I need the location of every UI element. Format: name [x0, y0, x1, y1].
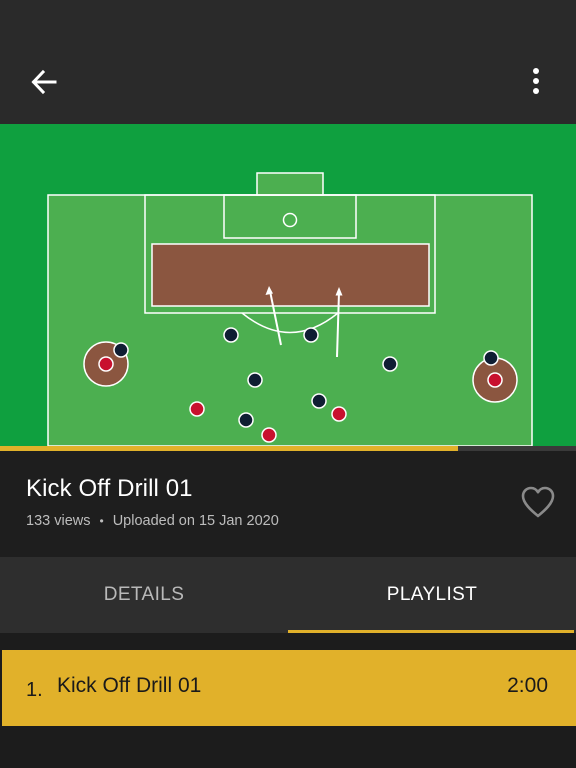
view-count: 133 views: [26, 513, 91, 529]
drill-diagram[interactable]: [0, 124, 576, 446]
player-navy: [223, 327, 239, 343]
playlist-item-duration: 2:00: [507, 674, 548, 697]
tab-playlist[interactable]: PLAYLIST: [288, 557, 576, 633]
more-options-button[interactable]: [520, 62, 552, 100]
video-info: Kick Off Drill 01 133 views • Uploaded o…: [0, 451, 576, 557]
tab-details[interactable]: DETAILS: [0, 557, 288, 633]
pitch-svg: [0, 124, 576, 446]
app-bar: [0, 0, 576, 124]
player-red: [261, 427, 277, 443]
arrow-left-icon: [31, 69, 57, 95]
meta-separator: •: [99, 514, 104, 528]
pitch-area: [47, 194, 533, 446]
player-red: [331, 406, 347, 422]
playlist: 1. Kick Off Drill 01 2:00: [0, 633, 576, 768]
more-vert-icon: [533, 68, 539, 94]
video-title: Kick Off Drill 01: [26, 475, 193, 502]
player-navy: [483, 350, 499, 366]
playlist-item-title: Kick Off Drill 01: [57, 674, 202, 697]
video-meta: 133 views • Uploaded on 15 Jan 2020: [26, 513, 279, 529]
favorite-button[interactable]: [520, 485, 556, 519]
goal: [256, 172, 324, 196]
player-navy: [303, 327, 319, 343]
player-red: [487, 372, 503, 388]
tab-bar: DETAILS PLAYLIST: [0, 557, 576, 633]
player-navy: [247, 372, 263, 388]
player-navy: [238, 412, 254, 428]
drill-zone: [151, 243, 430, 307]
player-red: [189, 401, 205, 417]
player-navy: [113, 342, 129, 358]
player-navy: [311, 393, 327, 409]
playlist-item-index: 1.: [26, 679, 43, 701]
player-navy: [382, 356, 398, 372]
heart-outline-icon: [521, 486, 555, 518]
playlist-item[interactable]: 1. Kick Off Drill 01 2:00: [2, 650, 576, 726]
player-red: [98, 356, 114, 372]
back-button[interactable]: [26, 64, 62, 100]
upload-date: Uploaded on 15 Jan 2020: [112, 513, 279, 529]
